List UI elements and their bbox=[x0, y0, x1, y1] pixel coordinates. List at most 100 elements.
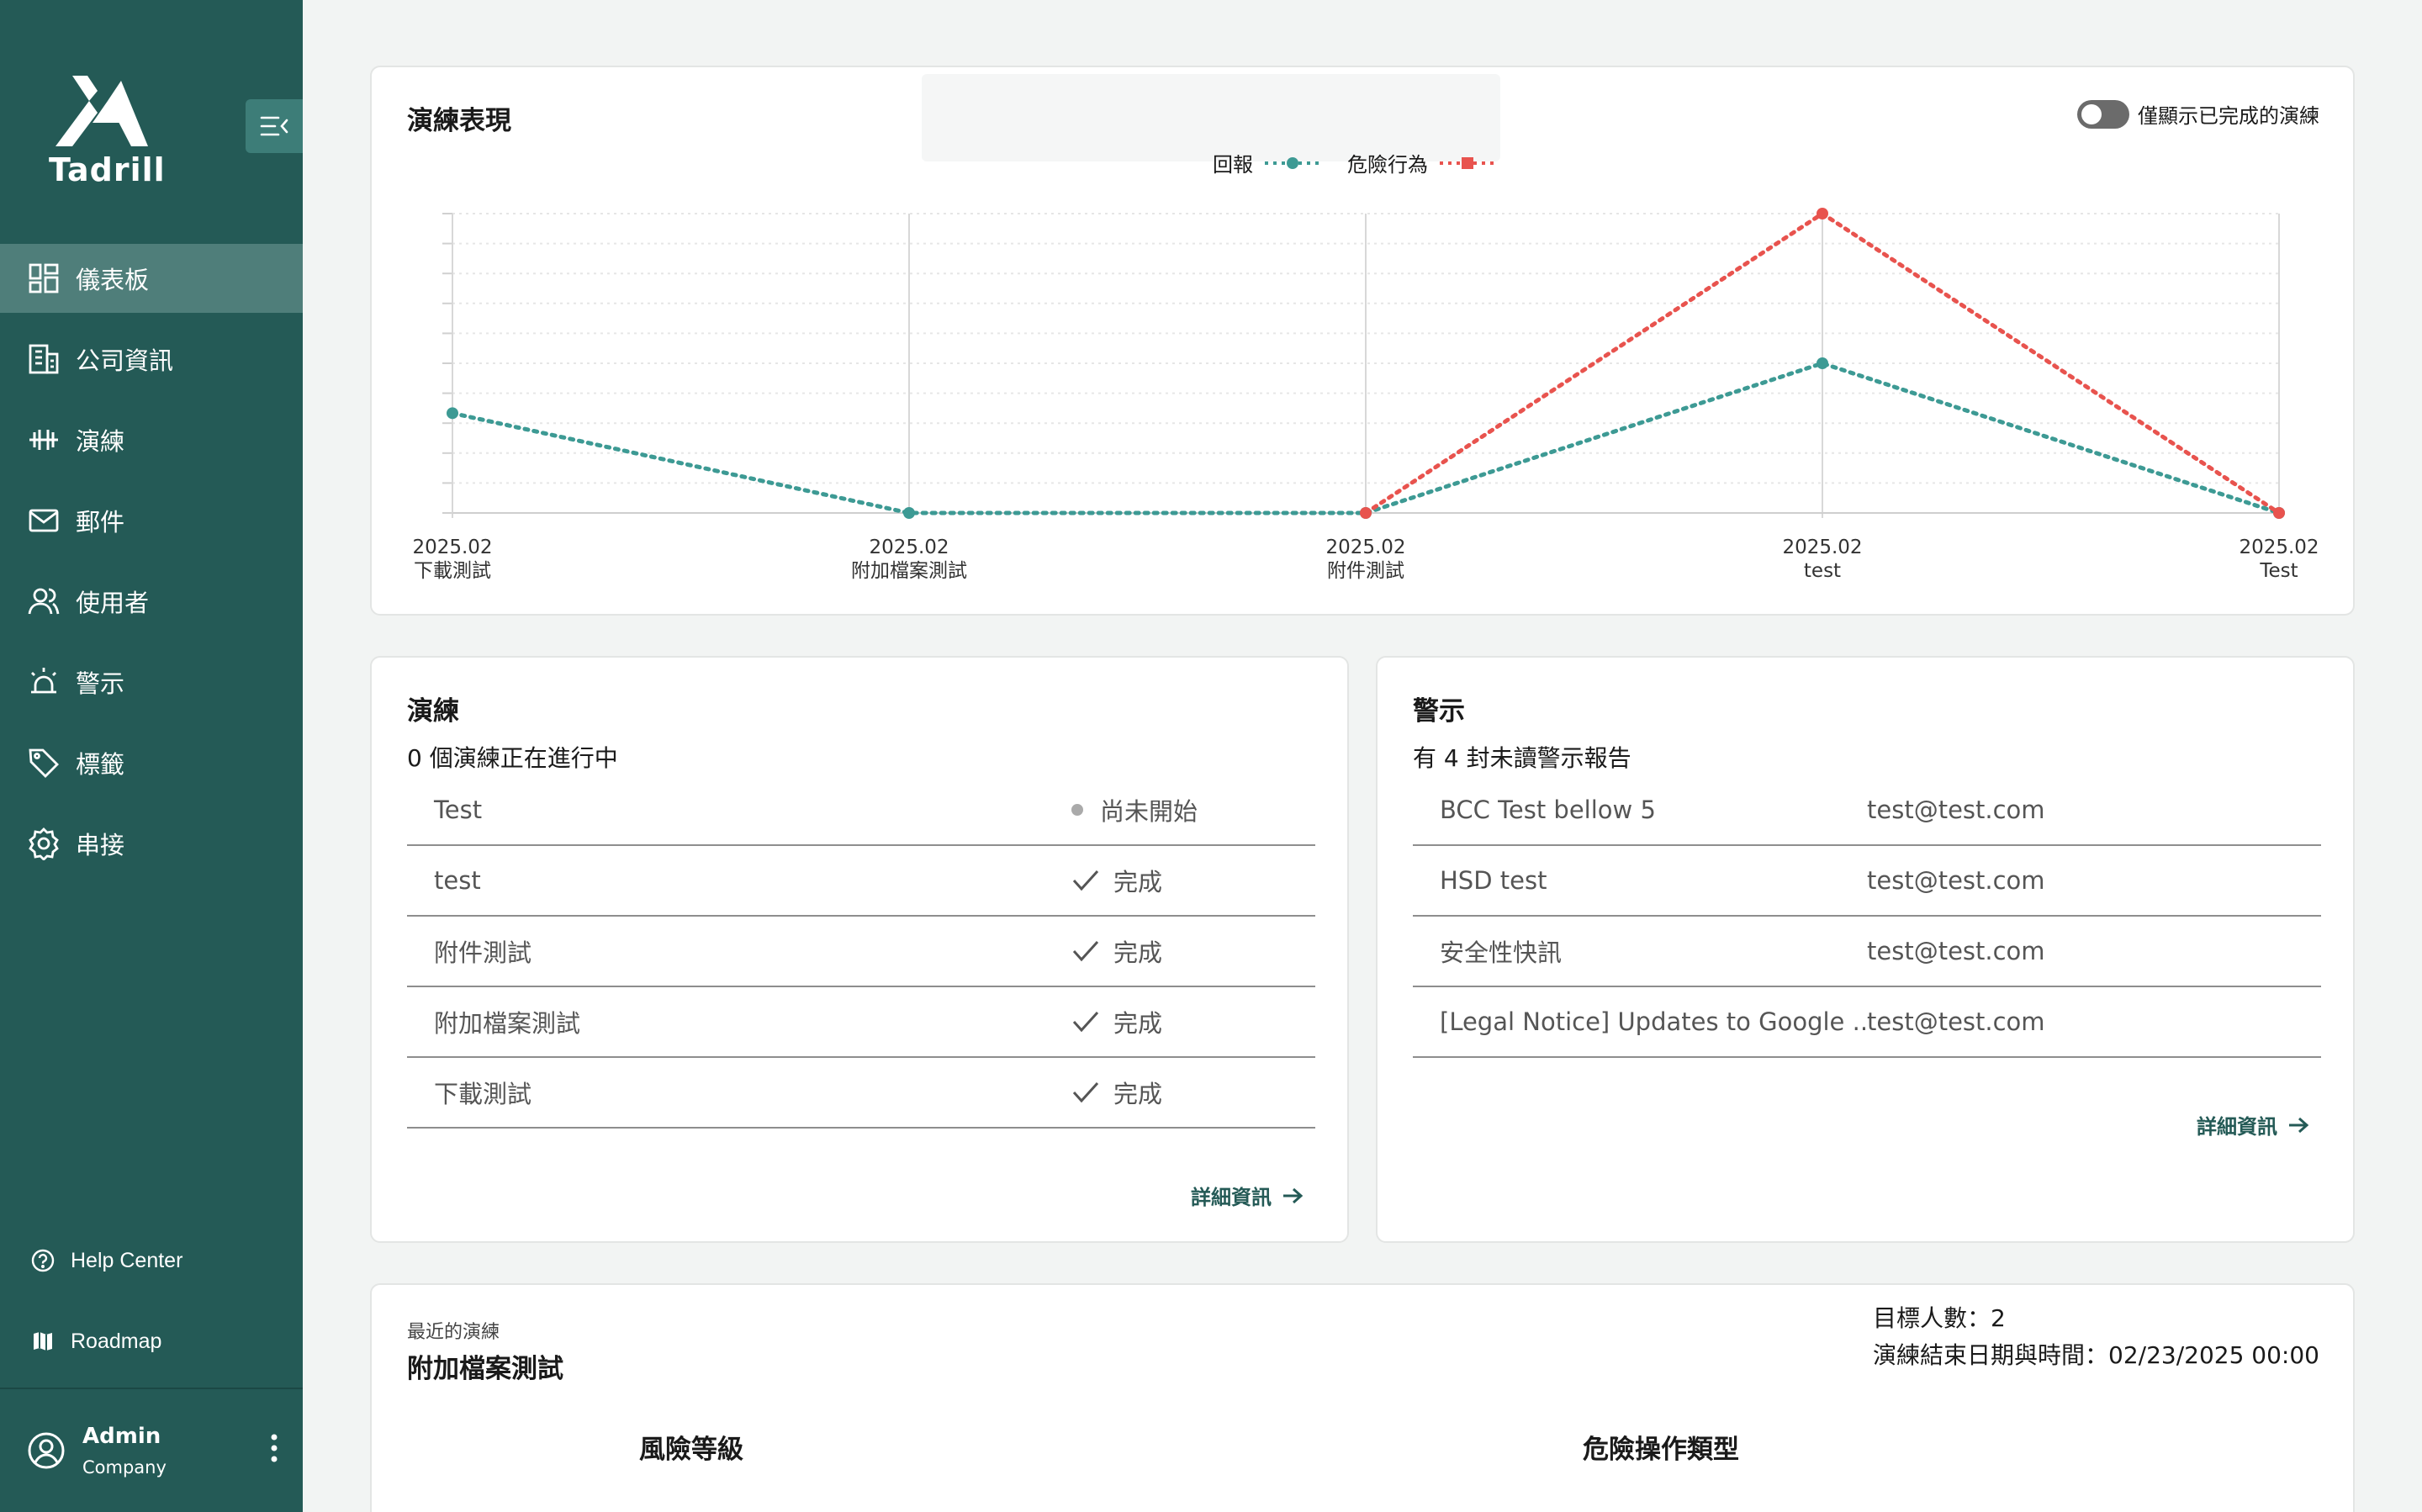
end-datetime: 演練結束日期與時間：02/23/2025 00:00 bbox=[1873, 1341, 2319, 1369]
performance-line-chart: 2025.02下載測試2025.02附加檔案測試2025.02附件測試2025.… bbox=[412, 208, 2319, 582]
drills-list: Test 尚未開始 test 完成 附件測試 完成 附加檔案測試 完成 下載測試… bbox=[407, 775, 1315, 1129]
x-tick-date: 2025.02 bbox=[1325, 537, 1405, 558]
sidebar-item-label: 演練 bbox=[76, 427, 125, 456]
drill-name: Test bbox=[434, 796, 483, 824]
dumbbell-icon bbox=[29, 430, 58, 450]
drill-name: test bbox=[434, 866, 481, 895]
data-point bbox=[447, 407, 458, 420]
status-label: 完成 bbox=[1113, 868, 1163, 896]
alert-subject: 安全性快訊 bbox=[1440, 938, 1563, 967]
sidebar: Tadrill 儀表板 公司資訊 演練 郵件 使用者 警示 標籤 串接 Help… bbox=[0, 0, 303, 1512]
alerts-card: 警示 有 4 封未讀警示報告 BCC Test bellow 5 test@te… bbox=[1376, 656, 2355, 1243]
sidebar-item-alerts[interactable]: 警示 bbox=[0, 648, 303, 716]
help-center-link[interactable]: Help Center bbox=[30, 1240, 182, 1282]
sidebar-item-label: 標籤 bbox=[76, 750, 125, 779]
sidebar-item-users[interactable]: 使用者 bbox=[0, 567, 303, 636]
sidebar-item-dashboard[interactable]: 儀表板 bbox=[0, 244, 303, 313]
more-options-icon[interactable] bbox=[269, 1433, 279, 1463]
data-point bbox=[903, 507, 915, 519]
map-icon bbox=[34, 1332, 52, 1351]
alert-email: test@test.com bbox=[1867, 937, 2045, 965]
user-avatar-icon bbox=[28, 1432, 65, 1469]
status-label: 完成 bbox=[1113, 1080, 1163, 1108]
alert-email: test@test.com bbox=[1867, 866, 2045, 895]
collapse-sidebar-button[interactable] bbox=[246, 99, 303, 153]
brand-name: Tadrill bbox=[49, 151, 166, 188]
alerts-list: BCC Test bellow 5 test@test.com HSD test… bbox=[1413, 775, 2321, 1058]
arrow-right-icon bbox=[1283, 1187, 1304, 1203]
building-icon bbox=[29, 344, 59, 374]
status-label: 完成 bbox=[1113, 1009, 1163, 1038]
drill-status: 完成 bbox=[1071, 863, 1162, 898]
roadmap-label: Roadmap bbox=[71, 1329, 162, 1353]
mail-icon bbox=[29, 509, 59, 532]
sidebar-item-label: 儀表板 bbox=[76, 266, 150, 294]
roadmap-link[interactable]: Roadmap bbox=[30, 1320, 161, 1362]
sidebar-item-company[interactable]: 公司資訊 bbox=[0, 325, 303, 394]
sidebar-item-mail[interactable]: 郵件 bbox=[0, 486, 303, 555]
x-tick-name: 附加檔案測試 bbox=[851, 560, 967, 582]
sidebar-item-label: 串接 bbox=[76, 831, 125, 859]
alert-email: test@test.com bbox=[1867, 796, 2045, 824]
target-count: 目標人數：2 bbox=[1873, 1304, 2006, 1332]
data-point bbox=[1816, 208, 1828, 219]
details-label: 詳細資訊 bbox=[2197, 1115, 2277, 1139]
collapse-menu-icon bbox=[260, 116, 288, 136]
user-name: Admin bbox=[82, 1424, 161, 1449]
sidebar-item-drills[interactable]: 演練 bbox=[0, 405, 303, 474]
details-label: 詳細資訊 bbox=[1191, 1186, 1272, 1209]
table-row[interactable]: 安全性快訊 test@test.com bbox=[1413, 917, 2321, 987]
app-logo[interactable]: Tadrill bbox=[49, 76, 166, 188]
check-icon bbox=[1072, 940, 1099, 962]
x-tick-date: 2025.02 bbox=[412, 537, 492, 558]
drill-status: 尚未開始 bbox=[1071, 792, 1198, 827]
table-row[interactable]: test 完成 bbox=[407, 846, 1315, 917]
sidebar-item-tags[interactable]: 標籤 bbox=[0, 728, 303, 797]
table-row[interactable]: BCC Test bellow 5 test@test.com bbox=[1413, 775, 2321, 846]
x-tick-date: 2025.02 bbox=[869, 537, 949, 558]
tag-icon bbox=[29, 748, 59, 778]
alert-subject: BCC Test bellow 5 bbox=[1440, 796, 1656, 824]
drills-summary: 0 個演練正在進行中 bbox=[407, 744, 618, 772]
drill-status: 完成 bbox=[1071, 1004, 1162, 1039]
table-row[interactable]: Test 尚未開始 bbox=[407, 775, 1315, 846]
alerts-details-link[interactable]: 詳細資訊 bbox=[2197, 1110, 2309, 1139]
danger-type-heading: 危險操作類型 bbox=[1583, 1435, 1739, 1465]
x-tick-date: 2025.02 bbox=[1782, 537, 1862, 558]
table-row[interactable]: HSD test test@test.com bbox=[1413, 846, 2321, 917]
status-label: 尚未開始 bbox=[1100, 797, 1198, 826]
recent-drill-meta: 目標人數：2 演練結束日期與時間：02/23/2025 00:00 bbox=[1873, 1300, 2319, 1374]
x-tick-name: 附件測試 bbox=[1327, 560, 1404, 582]
x-tick-date: 2025.02 bbox=[2239, 537, 2319, 558]
check-icon bbox=[1072, 1081, 1099, 1103]
drills-details-link[interactable]: 詳細資訊 bbox=[1191, 1181, 1304, 1210]
status-label: 完成 bbox=[1113, 938, 1163, 967]
alerts-summary: 有 4 封未讀警示報告 bbox=[1413, 744, 1631, 772]
user-company: Company bbox=[82, 1457, 167, 1478]
alert-subject: HSD test bbox=[1440, 866, 1547, 895]
drills-title: 演練 bbox=[407, 696, 459, 727]
x-tick-name: 下載測試 bbox=[414, 560, 491, 582]
users-icon bbox=[28, 588, 60, 615]
table-row[interactable]: 附加檔案測試 完成 bbox=[407, 987, 1315, 1058]
x-tick-name: test bbox=[1804, 560, 1841, 582]
user-profile[interactable]: Admin Company bbox=[27, 1413, 279, 1488]
table-row[interactable]: [Legal Notice] Updates to Google ... tes… bbox=[1413, 987, 2321, 1058]
performance-card: 演練表現 僅顯示已完成的演練 回報 危險行為 2025.02 下載測試 2025.0… bbox=[370, 66, 2355, 616]
table-row[interactable]: 下載測試 完成 bbox=[407, 1058, 1315, 1129]
check-icon bbox=[1072, 870, 1099, 891]
recent-drill-name: 附加檔案測試 bbox=[407, 1354, 563, 1384]
gear-icon bbox=[29, 827, 59, 860]
data-point bbox=[1816, 357, 1828, 369]
help-center-label: Help Center bbox=[71, 1248, 183, 1272]
sidebar-nav: 儀表板 公司資訊 演練 郵件 使用者 警示 標籤 串接 bbox=[0, 244, 303, 890]
sidebar-item-integrations[interactable]: 串接 bbox=[0, 809, 303, 878]
data-point bbox=[2273, 507, 2285, 519]
help-icon bbox=[31, 1249, 55, 1272]
divider bbox=[0, 1388, 303, 1389]
alert-email: test@test.com bbox=[1867, 1007, 2045, 1036]
status-dot-icon bbox=[1071, 804, 1083, 816]
sidebar-item-label: 郵件 bbox=[76, 508, 125, 537]
table-row[interactable]: 附件測試 完成 bbox=[407, 917, 1315, 987]
drills-card: 演練 0 個演練正在進行中 Test 尚未開始 test 完成 附件測試 完成 … bbox=[370, 656, 1349, 1243]
